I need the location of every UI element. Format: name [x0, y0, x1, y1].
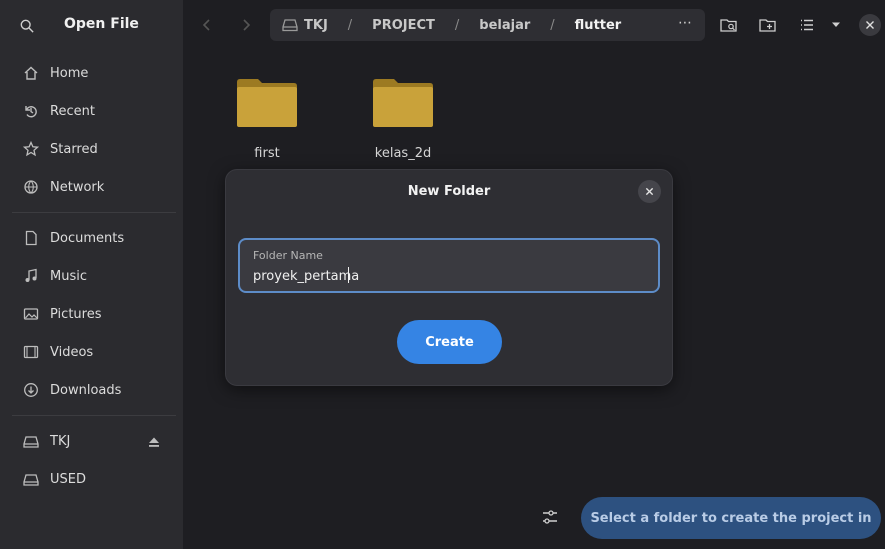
close-icon — [645, 187, 654, 196]
back-button[interactable] — [197, 15, 217, 35]
path-bar: TKJ / PROJECT / belajar / flutter ⋯ — [270, 9, 705, 41]
sidebar-divider — [12, 415, 176, 416]
drive-icon — [282, 18, 298, 32]
sidebar-item-network[interactable]: Network — [10, 168, 178, 206]
action-bar: Select a folder to create the project in — [183, 496, 885, 549]
sidebar-item-home[interactable]: Home — [10, 54, 178, 92]
sidebar-item-label: Documents — [50, 230, 125, 246]
folder-new-icon — [759, 19, 776, 32]
new-folder-title: New Folder — [407, 184, 491, 199]
drive-icon — [22, 432, 40, 450]
sidebar-item-label: Starred — [50, 141, 98, 157]
drive-icon — [22, 470, 40, 488]
more-options-icon[interactable]: ⋯ — [678, 15, 693, 31]
download-icon — [22, 381, 40, 399]
text-caret — [348, 267, 349, 283]
sidebar-item-label: Pictures — [50, 306, 102, 322]
folder-name: kelas_2d — [374, 146, 432, 161]
sidebar-item-label: Network — [50, 179, 105, 195]
star-icon — [22, 140, 40, 158]
sidebar-item-label: Downloads — [50, 382, 122, 398]
sidebar-item-label: TKJ — [50, 433, 71, 449]
sidebar-item-used[interactable]: USED — [10, 460, 178, 498]
document-icon — [22, 229, 40, 247]
breadcrumb-separator: / — [550, 17, 555, 33]
sidebar-item-starred[interactable]: Starred — [10, 130, 178, 168]
forward-button[interactable] — [236, 15, 256, 35]
folder-name-input[interactable] — [253, 266, 643, 286]
picture-icon — [22, 305, 40, 323]
view-options-dropdown[interactable] — [825, 14, 847, 36]
file-chooser-window: × Open File Home Recent Starred — [0, 0, 885, 549]
folder-name: first — [254, 146, 280, 161]
chevron-left-icon — [202, 19, 210, 31]
sidebar-header: Open File — [0, 0, 183, 50]
video-icon — [22, 343, 40, 361]
breadcrumb-tkj[interactable]: TKJ — [304, 18, 328, 33]
chevron-right-icon — [243, 19, 251, 31]
create-button[interactable]: Create — [397, 320, 502, 364]
folder-icon — [237, 79, 297, 127]
clock-icon — [22, 102, 40, 120]
sidebar-item-label: Music — [50, 268, 87, 284]
home-icon — [22, 64, 40, 82]
sidebar-item-downloads[interactable]: Downloads — [10, 371, 178, 409]
sidebar-item-label: Videos — [50, 344, 94, 360]
options-button[interactable] — [541, 508, 561, 528]
sidebar-divider — [12, 212, 176, 213]
breadcrumb-flutter[interactable]: flutter — [575, 18, 622, 33]
chevron-down-icon — [832, 22, 840, 27]
settings-sliders-icon — [543, 510, 557, 524]
sidebar-item-label: Recent — [50, 103, 95, 119]
search-icon — [20, 19, 34, 33]
sidebar: Open File Home Recent Starred Network Do… — [0, 0, 183, 549]
new-folder-button[interactable] — [757, 14, 779, 36]
sidebar-item-label: USED — [50, 471, 86, 487]
breadcrumb-belajar[interactable]: belajar — [479, 18, 530, 33]
sidebar-item-recent[interactable]: Recent — [10, 92, 178, 130]
breadcrumb-separator: / — [347, 17, 353, 33]
window-close-button[interactable] — [859, 14, 881, 36]
folder-name-label: Folder Name — [253, 249, 323, 262]
eject-icon[interactable] — [148, 433, 160, 452]
folder-name-field[interactable]: Folder Name — [238, 238, 660, 293]
dialog-close-button[interactable] — [638, 180, 661, 203]
sidebar-item-label: Home — [50, 65, 89, 81]
header-bar: TKJ / PROJECT / belajar / flutter ⋯ — [183, 0, 885, 50]
search-folder-button[interactable] — [718, 14, 740, 36]
sidebar-item-documents[interactable]: Documents — [10, 219, 178, 257]
new-folder-dialog: New Folder Folder Name Create — [225, 169, 673, 386]
list-icon — [801, 19, 813, 31]
folder-item-kelas-2d[interactable]: kelas_2d — [358, 78, 448, 161]
breadcrumb-separator: / — [454, 17, 460, 33]
select-folder-button[interactable]: Select a folder to create the project in — [581, 497, 881, 539]
folder-icon — [373, 79, 433, 127]
view-list-button[interactable] — [796, 14, 818, 36]
sidebar-item-music[interactable]: Music — [10, 257, 178, 295]
places-list: Home Recent Starred Network Documents Mu… — [10, 54, 178, 498]
dialog-title: Open File — [64, 16, 139, 32]
search-button[interactable] — [14, 14, 40, 38]
folder-search-icon — [720, 19, 737, 32]
breadcrumb-project[interactable]: PROJECT — [372, 18, 435, 33]
network-icon — [22, 178, 40, 196]
sidebar-item-tkj[interactable]: TKJ — [10, 422, 178, 460]
sidebar-item-videos[interactable]: Videos — [10, 333, 178, 371]
folder-item-first[interactable]: first — [222, 78, 312, 161]
close-icon — [866, 21, 874, 29]
music-icon — [22, 267, 40, 285]
sidebar-item-pictures[interactable]: Pictures — [10, 295, 178, 333]
